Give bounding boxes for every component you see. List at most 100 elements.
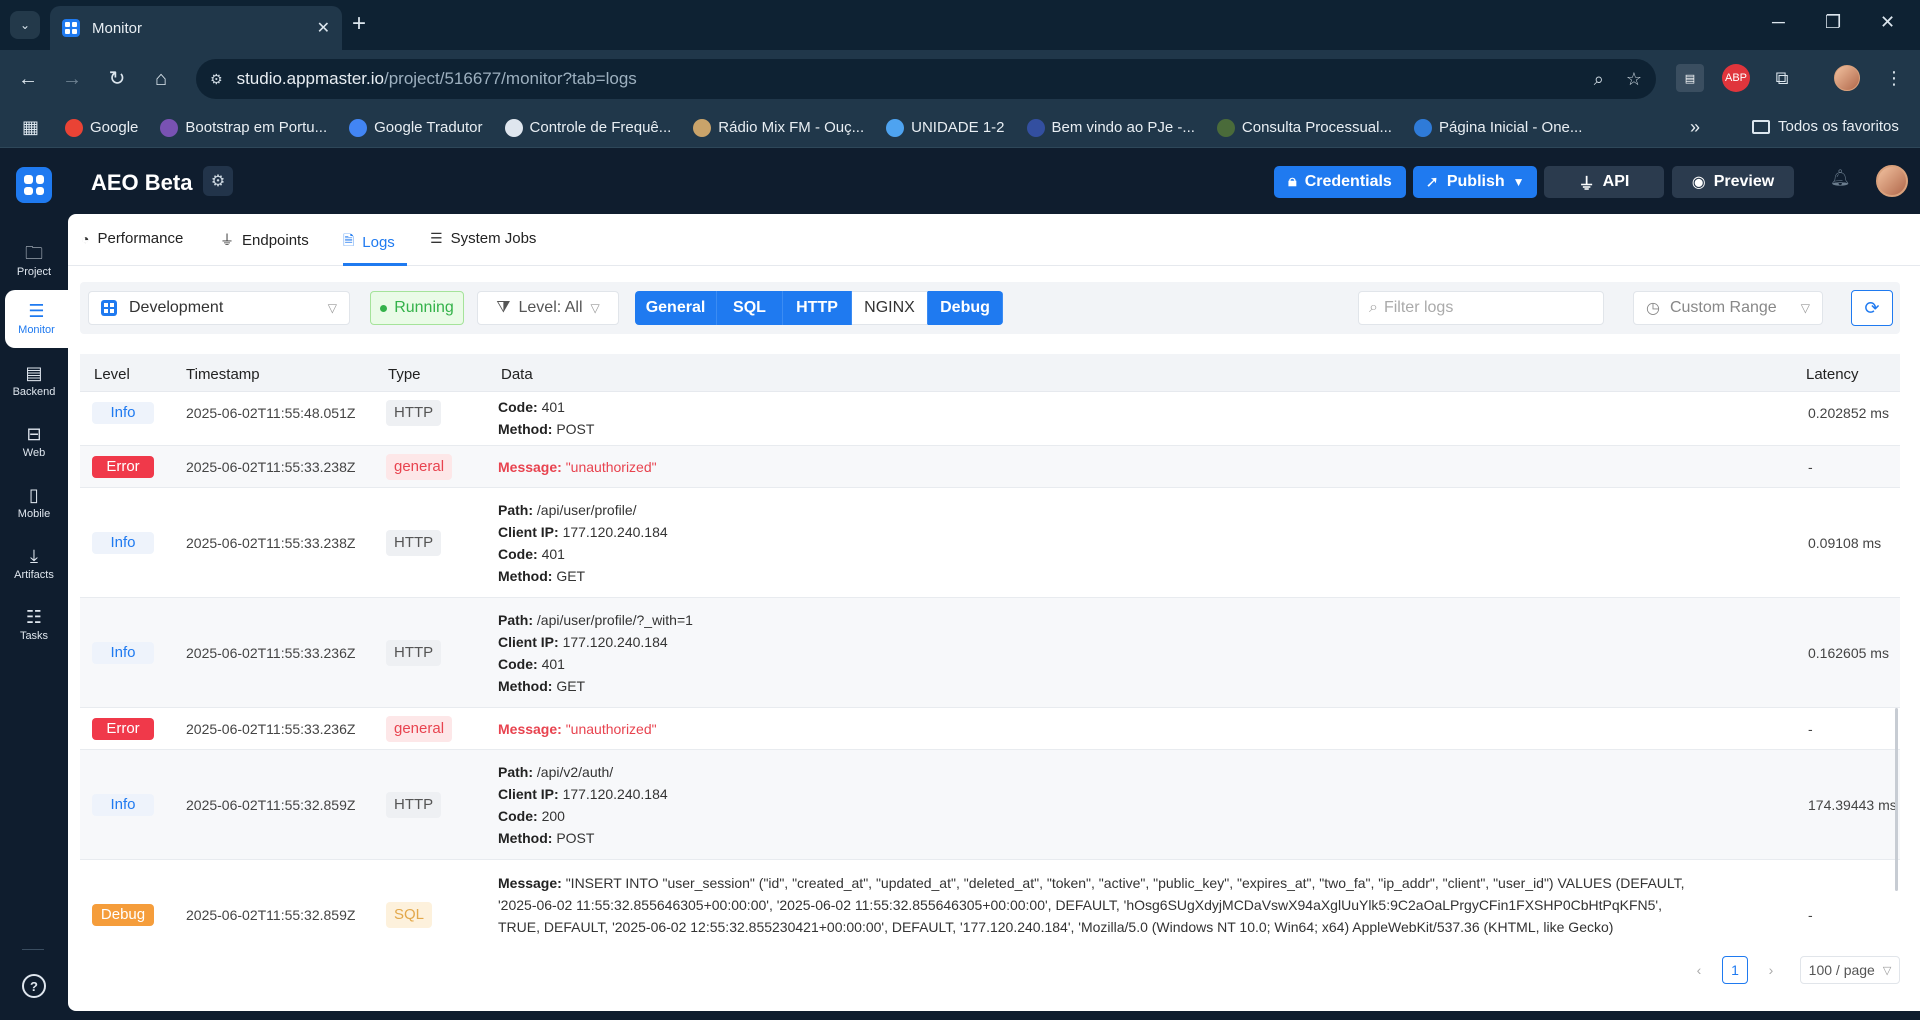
logs-table-body: Info 2025-06-02T11:55:48.051Z HTTP Client I… <box>80 392 1900 948</box>
app-header: AEO Beta ⚙ 🔒︎ Credentials ➚ Publish ▼ ⏚ … <box>0 148 1920 214</box>
cast-extension-icon[interactable]: ▤ <box>1676 64 1704 92</box>
reload-icon[interactable]: ↻ <box>103 65 131 93</box>
address-bar[interactable]: ⚙ studio.appmaster.io/project/516677/mon… <box>196 59 1656 99</box>
bookmark-item[interactable]: Bem vindo ao PJe -... <box>1026 118 1195 137</box>
rail-item-mobile[interactable]: ▯ Mobile <box>0 474 68 532</box>
level-value: Level: All <box>518 299 583 316</box>
level-badge: Error <box>92 455 154 478</box>
browser-tab-monitor[interactable]: Monitor ✕ <box>50 6 342 50</box>
filter-logs-input[interactable]: ⌕ Filter logs <box>1358 291 1604 325</box>
type-badge: HTTP <box>386 529 442 556</box>
toggle-sql[interactable]: SQL <box>717 291 783 325</box>
latency-cell: 0.202852 ms <box>1808 404 1889 421</box>
help-icon[interactable]: ? <box>22 974 46 998</box>
bookmark-item[interactable]: Consulta Processual... <box>1216 118 1392 137</box>
bookmark-item[interactable]: Google <box>65 118 138 137</box>
close-window-icon[interactable]: ✕ <box>1880 12 1895 33</box>
minimize-window-icon[interactable]: ─ <box>1772 12 1785 33</box>
rail-item-monitor[interactable]: ☰ Monitor <box>5 290 68 348</box>
data-field: Method: GET <box>498 565 668 587</box>
bookmark-favicon-icon <box>160 118 179 137</box>
user-avatar[interactable] <box>1876 165 1908 197</box>
data-field-value: 177.120.240.184 <box>562 786 668 802</box>
date-range-select[interactable]: ◷ Custom Range ▽ <box>1633 291 1823 325</box>
log-row[interactable]: Info 2025-06-02T11:55:32.859Z HTTP Path: /a… <box>80 750 1900 860</box>
bookmark-item[interactable]: Bootstrap em Portu... <box>160 118 327 137</box>
bookmark-item[interactable]: UNIDADE 1-2 <box>886 118 1005 137</box>
header-data: Data <box>501 366 533 383</box>
table-scrollbar[interactable] <box>1895 708 1898 891</box>
environment-select[interactable]: Development ▽ <box>88 291 350 325</box>
refresh-button[interactable]: ⟳ <box>1851 290 1893 326</box>
extensions-puzzle-icon[interactable]: ⧉ <box>1768 64 1796 92</box>
zoom-icon[interactable]: ⌕ <box>1594 69 1604 90</box>
left-rail: 🗀︎ Project ☰ Monitor ▤ Backend ⊟ Web ▯ M… <box>0 214 68 1020</box>
toggle-debug[interactable]: Debug <box>928 291 1003 325</box>
bookmark-item[interactable]: Rádio Mix FM - Ouç... <box>693 118 864 137</box>
tab-endpoints[interactable]: ⏚ Endpoints <box>220 230 309 250</box>
rail-item-artifacts[interactable]: ⤓ Artifacts <box>0 535 68 593</box>
bookmark-item[interactable]: Página Inicial - One... <box>1413 118 1582 137</box>
type-badge: HTTP <box>386 399 442 426</box>
rail-item-project[interactable]: 🗀︎ Project <box>0 232 68 290</box>
toggle-nginx[interactable]: NGINX <box>852 291 928 325</box>
bookmark-item[interactable]: Google Tradutor <box>349 118 483 137</box>
appmaster-logo-icon[interactable] <box>16 167 52 203</box>
bookmark-star-icon[interactable]: ☆ <box>1626 69 1642 90</box>
browser-menu-icon[interactable]: ⋮ <box>1880 64 1908 92</box>
notifications-bell-icon[interactable]: 🔔︎ <box>1830 168 1850 188</box>
next-page-button[interactable]: › <box>1758 956 1784 984</box>
profile-avatar[interactable] <box>1834 65 1860 91</box>
bookmark-item[interactable]: Controle de Frequê... <box>504 118 671 137</box>
site-info-icon[interactable]: ⚙ <box>210 71 223 88</box>
rail-item-web[interactable]: ⊟ Web <box>0 413 68 471</box>
log-row[interactable]: Error 2025-06-02T11:55:33.238Z general Mess… <box>80 446 1900 488</box>
back-icon[interactable]: ← <box>14 65 42 93</box>
log-row[interactable]: Info 2025-06-02T11:55:33.236Z HTTP Path: /a… <box>80 598 1900 708</box>
forward-icon[interactable]: → <box>58 65 86 93</box>
page-size-select[interactable]: 100 / page ▽ <box>1800 956 1900 984</box>
apps-grid-icon[interactable]: ▦ <box>22 117 39 138</box>
tab-logs[interactable]: 🗎︎ Logs <box>343 230 395 254</box>
project-settings-gear-icon[interactable]: ⚙ <box>203 166 233 196</box>
all-bookmarks[interactable]: Todos os favoritos <box>1752 118 1899 135</box>
toggle-http[interactable]: HTTP <box>783 291 852 325</box>
rail-item-tasks[interactable]: ☷ Tasks <box>0 596 68 654</box>
download-icon: ⤓ <box>30 546 38 566</box>
tab-search-button[interactable]: ⌄ <box>10 11 40 39</box>
new-tab-button[interactable]: + <box>352 12 366 36</box>
rail-item-backend[interactable]: ▤ Backend <box>0 352 68 410</box>
tab-system-jobs[interactable]: ☰ System Jobs <box>430 230 536 247</box>
credentials-button[interactable]: 🔒︎ Credentials <box>1274 166 1406 198</box>
rail-divider <box>22 949 44 950</box>
home-icon[interactable]: ⌂ <box>147 65 175 93</box>
data-field: Client IP: 177.120.240.184 <box>498 783 668 805</box>
data-field-value: 401 <box>541 399 565 415</box>
timestamp-cell: 2025-06-02T11:55:33.236Z <box>186 720 356 737</box>
level-select[interactable]: ⧩ Level: All ▽ <box>477 291 619 325</box>
restore-window-icon[interactable]: ❐ <box>1825 12 1841 33</box>
log-row[interactable]: Info 2025-06-02T11:55:48.051Z HTTP Client I… <box>80 392 1900 446</box>
log-type-toggle: General SQL HTTP NGINX Debug <box>635 291 1003 325</box>
type-badge: SQL <box>386 901 433 928</box>
appmaster-favicon-icon <box>62 19 80 37</box>
prev-page-button[interactable]: ‹ <box>1686 956 1712 984</box>
more-bookmarks-icon[interactable]: » <box>1690 117 1700 138</box>
header-latency: Latency <box>1806 366 1859 383</box>
data-field-key: Method: <box>498 421 553 437</box>
toggle-general[interactable]: General <box>635 291 717 325</box>
adblock-extension-icon[interactable]: ABP <box>1722 64 1750 92</box>
file-icon: 🗎︎ <box>343 232 355 248</box>
api-button[interactable]: ⏚ API <box>1544 166 1664 198</box>
tab-performance[interactable]: ◔ Performance <box>81 230 183 247</box>
plug-icon: ⏚ <box>220 232 234 248</box>
preview-button[interactable]: ◉ Preview <box>1672 166 1794 198</box>
log-row[interactable]: Error 2025-06-02T11:55:33.236Z general Mess… <box>80 708 1900 750</box>
close-tab-icon[interactable]: ✕ <box>317 18 330 38</box>
log-row[interactable]: Info 2025-06-02T11:55:33.238Z HTTP Path: /a… <box>80 488 1900 598</box>
publish-button[interactable]: ➚ Publish ▼ <box>1413 166 1537 198</box>
page-number-current[interactable]: 1 <box>1722 956 1748 984</box>
log-row[interactable]: Debug 2025-06-02T11:55:32.859Z SQL Message:… <box>80 860 1900 948</box>
data-field-key: Code: <box>498 546 538 562</box>
type-badge: HTTP <box>386 639 442 666</box>
